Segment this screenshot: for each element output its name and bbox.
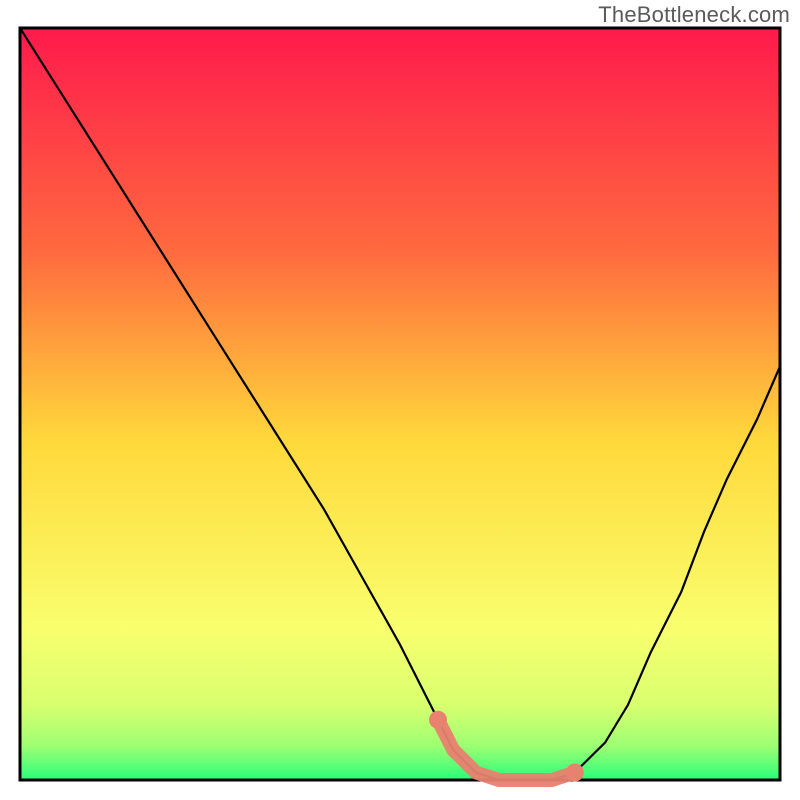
watermark-text: TheBottleneck.com bbox=[598, 2, 790, 28]
optimal-band-endpoint bbox=[429, 711, 447, 729]
optimal-band-endpoint bbox=[566, 764, 584, 782]
gradient-background bbox=[20, 28, 780, 780]
bottleneck-chart bbox=[0, 0, 800, 800]
chart-frame: TheBottleneck.com bbox=[0, 0, 800, 800]
